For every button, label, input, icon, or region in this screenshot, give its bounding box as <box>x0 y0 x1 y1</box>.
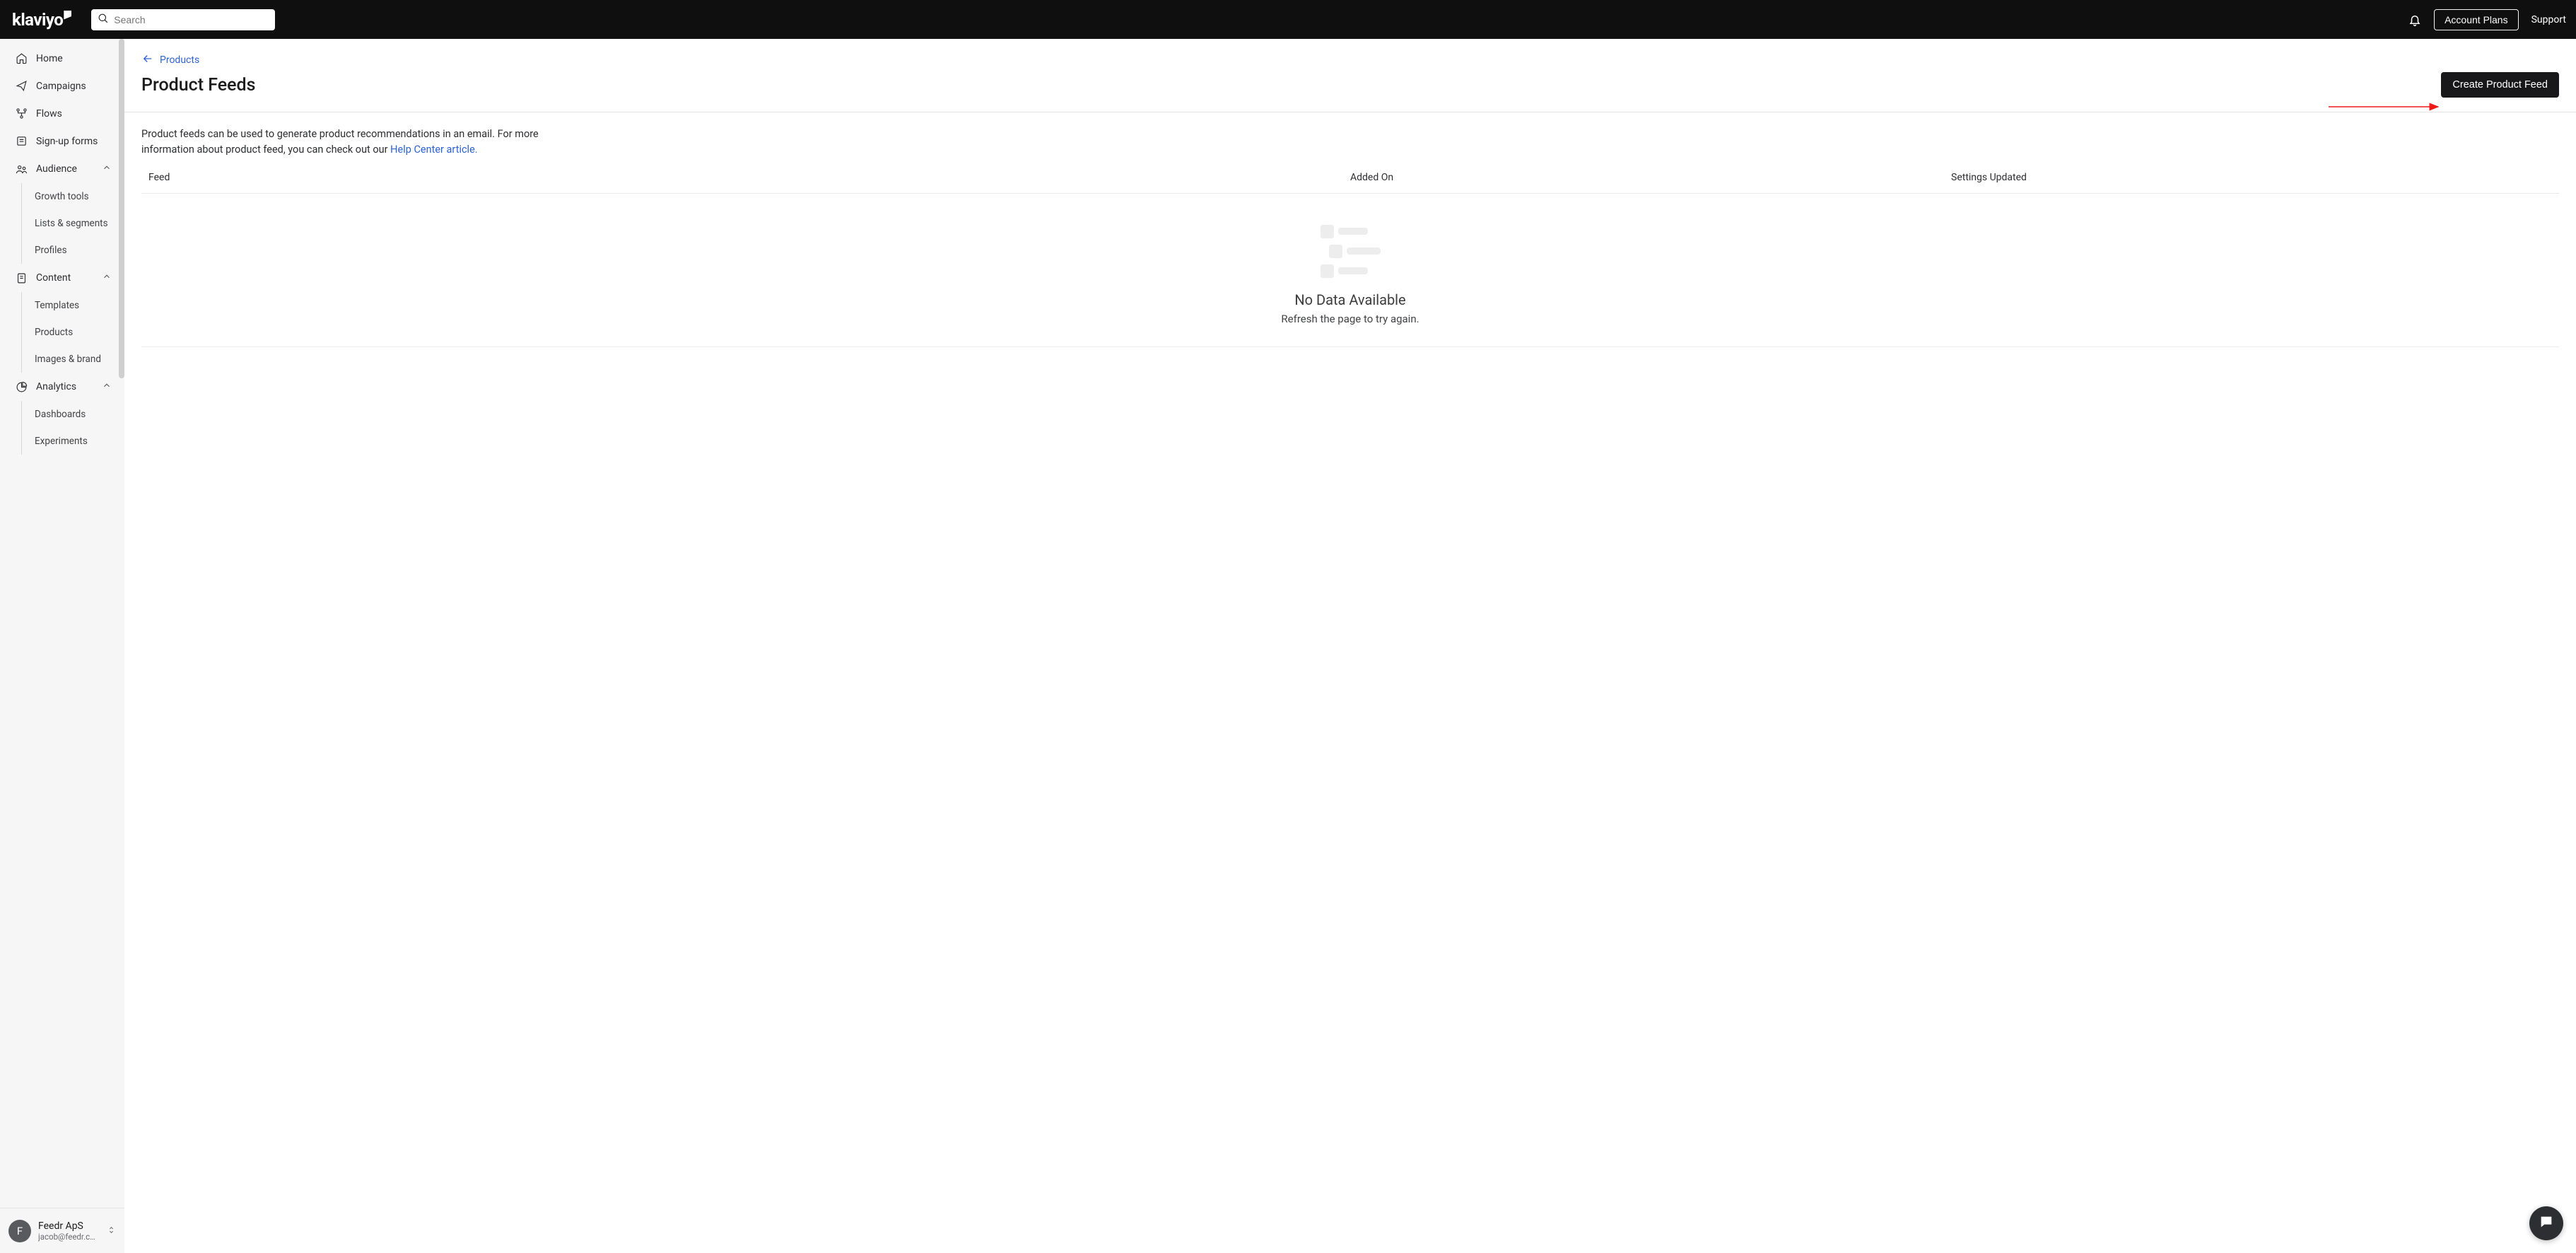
chevron-up-icon <box>102 163 112 175</box>
logo-flag-icon <box>64 11 71 20</box>
table-header: Feed Added On Settings Updated <box>141 162 2559 194</box>
sidebar-item-content[interactable]: Content <box>0 264 124 292</box>
support-link[interactable]: Support <box>2531 14 2566 25</box>
top-actions: Account Plans Support <box>2408 9 2566 30</box>
empty-state-icon <box>1321 225 1380 280</box>
sidebar-item-label: Sign-up forms <box>36 136 98 147</box>
sidebar-item-label: Campaigns <box>36 81 86 92</box>
sidebar-item-audience[interactable]: Audience <box>0 155 124 183</box>
sidebar-subitem-templates[interactable]: Templates <box>22 292 124 319</box>
page-description: Product feeds can be used to generate pr… <box>124 112 605 162</box>
search-input[interactable] <box>114 14 268 25</box>
sidebar-item-label: Home <box>36 53 63 64</box>
scrollbar-thumb[interactable] <box>119 39 124 378</box>
audience-subgroup: Growth tools Lists & segments Profiles <box>21 183 124 264</box>
sidebar-item-label: Audience <box>36 163 77 175</box>
account-plans-button[interactable]: Account Plans <box>2434 9 2519 30</box>
sidebar-item-analytics[interactable]: Analytics <box>0 373 124 401</box>
sidebar-item-label: Content <box>36 272 71 284</box>
sidebar-subitem-dashboards[interactable]: Dashboards <box>22 401 124 428</box>
sidebar-item-home[interactable]: Home <box>0 45 124 72</box>
empty-title: No Data Available <box>141 291 2559 308</box>
sidebar-subitem-lists-segments[interactable]: Lists & segments <box>22 210 124 237</box>
column-added: Added On <box>1350 172 1951 183</box>
content-subgroup: Templates Products Images & brand <box>21 292 124 373</box>
sidebar-item-campaigns[interactable]: Campaigns <box>0 72 124 100</box>
account-switcher[interactable]: F Feedr ApS jacob@feedr.c… <box>0 1208 124 1253</box>
sidebar-item-label: Flows <box>36 108 62 120</box>
account-name: Feedr ApS <box>38 1220 100 1232</box>
sidebar-subitem-growth-tools[interactable]: Growth tools <box>22 183 124 210</box>
back-arrow-icon[interactable] <box>141 52 154 68</box>
main-content: Products Product Feeds Create Product Fe… <box>124 39 2576 1253</box>
page-header: Product Feeds Create Product Feed <box>124 71 2576 112</box>
analytics-subgroup: Dashboards Experiments <box>21 401 124 455</box>
sidebar-subitem-products[interactable]: Products <box>22 319 124 346</box>
form-icon <box>16 135 28 147</box>
account-email: jacob@feedr.c… <box>38 1232 100 1242</box>
sidebar-subitem-images-brand[interactable]: Images & brand <box>22 346 124 373</box>
audience-icon <box>16 163 28 175</box>
chevron-updown-icon <box>107 1224 116 1237</box>
feed-table: Feed Added On Settings Updated No Data A… <box>124 162 2576 347</box>
sidebar-item-flows[interactable]: Flows <box>0 100 124 127</box>
breadcrumb-link-products[interactable]: Products <box>160 54 199 66</box>
content-icon <box>16 272 28 284</box>
sidebar-item-label: Analytics <box>36 381 76 392</box>
notifications-icon[interactable] <box>2408 13 2421 26</box>
home-icon <box>16 52 28 64</box>
chat-fab[interactable] <box>2529 1206 2563 1240</box>
search-input-wrap[interactable] <box>91 9 275 30</box>
sidebar: Home Campaigns Flows Sign-up forms Audie… <box>0 39 124 1253</box>
empty-subtitle: Refresh the page to try again. <box>141 313 2559 325</box>
flows-icon <box>16 107 28 120</box>
create-product-feed-button[interactable]: Create Product Feed <box>2441 72 2559 98</box>
column-feed: Feed <box>148 172 1350 183</box>
sidebar-item-signup-forms[interactable]: Sign-up forms <box>0 127 124 155</box>
chevron-up-icon <box>102 272 112 284</box>
avatar: F <box>8 1220 31 1242</box>
help-center-link[interactable]: Help Center article. <box>390 144 477 156</box>
chat-icon <box>2539 1214 2554 1232</box>
logo-text: klaviyo <box>12 11 63 28</box>
search-icon <box>98 13 108 26</box>
empty-state: No Data Available Refresh the page to tr… <box>141 194 2559 347</box>
sidebar-subitem-profiles[interactable]: Profiles <box>22 237 124 264</box>
description-text: Product feeds can be used to generate pr… <box>141 128 539 156</box>
top-bar: klaviyo Account Plans Support <box>0 0 2576 39</box>
page-title: Product Feeds <box>141 75 256 95</box>
breadcrumb: Products <box>124 39 2576 71</box>
column-updated: Settings Updated <box>1951 172 2552 183</box>
sidebar-scroll[interactable]: Home Campaigns Flows Sign-up forms Audie… <box>0 39 124 1208</box>
send-icon <box>16 80 28 92</box>
analytics-icon <box>16 381 28 393</box>
chevron-up-icon <box>102 380 112 393</box>
account-text: Feedr ApS jacob@feedr.c… <box>38 1220 100 1242</box>
logo[interactable]: klaviyo <box>12 11 71 28</box>
sidebar-subitem-experiments[interactable]: Experiments <box>22 428 124 455</box>
